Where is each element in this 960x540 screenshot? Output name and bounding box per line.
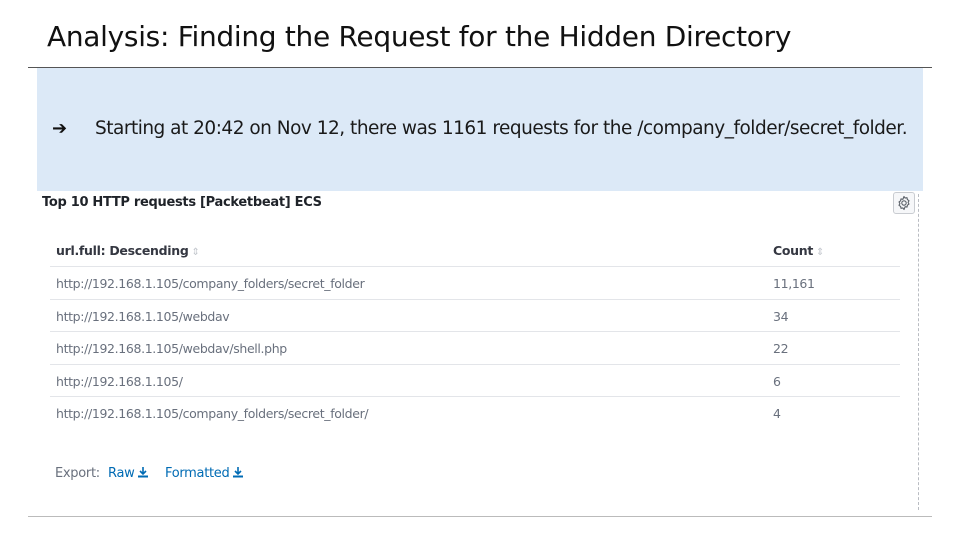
table-divider xyxy=(50,266,900,267)
export-formatted-link[interactable]: Formatted xyxy=(165,466,244,481)
table-divider xyxy=(50,331,900,332)
table-divider xyxy=(50,299,900,300)
slide-title: Analysis: Finding the Request for the Hi… xyxy=(47,20,792,53)
table-cell-count: 4 xyxy=(773,406,781,421)
export-raw-label: Raw xyxy=(108,466,135,481)
panel-resize-edge xyxy=(918,194,919,510)
table-cell-count: 22 xyxy=(773,341,789,356)
table-cell-url: http://192.168.1.105/company_folders/sec… xyxy=(56,276,365,291)
sort-icon: ⇕ xyxy=(191,247,200,258)
panel-title: Top 10 HTTP requests [Packetbeat] ECS xyxy=(42,195,322,210)
bullet-arrow-icon: ➔ xyxy=(52,118,68,139)
export-formatted-label: Formatted xyxy=(165,466,230,481)
callout-text: Starting at 20:42 on Nov 12, there was 1… xyxy=(95,118,908,139)
column-header-url[interactable]: url.full: Descending ⇕ xyxy=(56,243,200,258)
column-header-count[interactable]: Count ⇕ xyxy=(773,243,824,258)
table-cell-count: 11,161 xyxy=(773,276,815,291)
table-divider xyxy=(50,364,900,365)
table-cell-count: 34 xyxy=(773,309,789,324)
sort-icon: ⇕ xyxy=(816,247,825,258)
panel-settings-button[interactable] xyxy=(893,192,915,214)
download-icon xyxy=(138,467,149,478)
table-cell-url: http://192.168.1.105/company_folders/sec… xyxy=(56,406,369,421)
table-cell-url: http://192.168.1.105/webdav xyxy=(56,309,230,324)
table-cell-url: http://192.168.1.105/webdav/shell.php xyxy=(56,341,287,356)
column-header-count-label: Count xyxy=(773,243,814,258)
export-raw-link[interactable]: Raw xyxy=(108,466,149,481)
download-icon xyxy=(233,467,244,478)
gear-icon xyxy=(898,195,910,211)
export-label: Export: xyxy=(55,466,100,481)
table-cell-count: 6 xyxy=(773,374,781,389)
table-cell-url: http://192.168.1.105/ xyxy=(56,374,183,389)
table-divider xyxy=(50,396,900,397)
footer-divider xyxy=(28,516,932,517)
column-header-url-label: url.full: Descending xyxy=(56,243,189,258)
